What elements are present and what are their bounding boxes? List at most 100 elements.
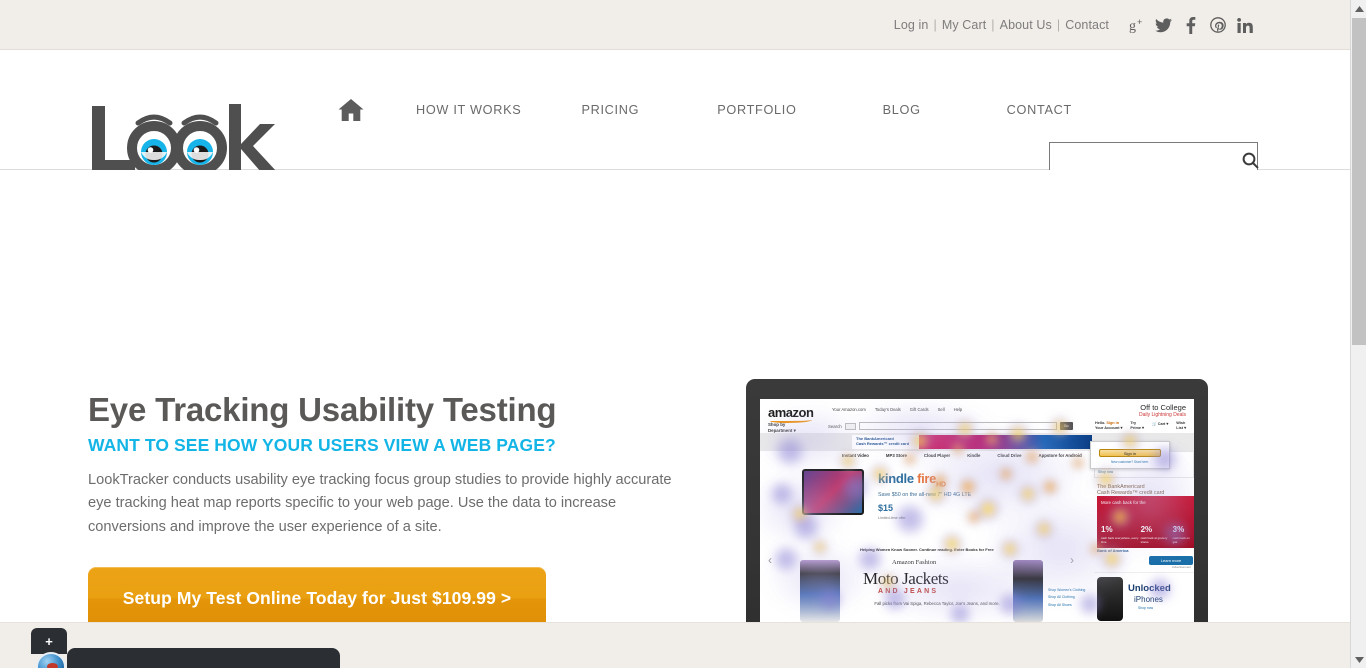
facebook-icon[interactable] — [1177, 12, 1204, 38]
setup-test-cta-button[interactable]: Setup My Test Online Today for Just $109… — [88, 566, 546, 630]
assistant-orb-icon[interactable] — [36, 652, 66, 668]
amazon-top-link[interactable]: Gift Cards — [910, 407, 929, 412]
amazon-header: amazon Your Amazon.com Today's Deals Gif… — [760, 399, 1194, 433]
signin-popup-note[interactable]: New customer? Start here. — [1091, 460, 1169, 464]
nav-how-it-works[interactable]: HOW IT WORKS — [416, 103, 521, 117]
utility-separator-3: | — [1056, 18, 1061, 32]
contact-link[interactable]: Contact — [1065, 18, 1109, 32]
fashion-link[interactable]: Shop All Shoes — [1048, 602, 1085, 609]
tier-text: cash back on gas — [1172, 536, 1190, 544]
amazon-top-link[interactable]: Sell — [938, 407, 945, 412]
iphone-sub: iPhones — [1134, 595, 1163, 604]
amazon-top-links: Your Amazon.com Today's Deals Gift Cards… — [832, 407, 962, 412]
amazon-search-row: Search Go — [828, 422, 1073, 430]
iphone-image — [1097, 577, 1123, 621]
page-scrollbar[interactable] — [1350, 0, 1366, 668]
amazon-wish-list[interactable]: Wish List ▾ — [1176, 421, 1186, 430]
amazon-search-input[interactable] — [858, 422, 1057, 430]
amazon-logo: amazon — [768, 405, 814, 423]
search-icon — [1242, 152, 1259, 169]
amazon-top-link[interactable]: Your Amazon.com — [832, 407, 866, 412]
nav-contact[interactable]: CONTACT — [1007, 103, 1072, 117]
nav-blog[interactable]: BLOG — [883, 103, 921, 117]
subnav-item[interactable]: Cloud Player — [924, 453, 950, 458]
fashion-model-left — [800, 560, 840, 622]
promo-title: Off to College — [1140, 403, 1186, 412]
widget-bar[interactable] — [67, 648, 340, 668]
utility-separator-1: | — [933, 18, 937, 32]
kindle-tablet-image — [802, 469, 864, 515]
amazon-know-soon-strip: Helping Women Know Sooner. Continue read… — [860, 547, 994, 552]
amazon-account-links: Hello. Sign in Your Account ▾ Try Prime ▾ … — [1095, 421, 1186, 430]
scrollbar-thumb[interactable] — [1352, 18, 1366, 345]
hero-section: Eye Tracking Usability Testing WANT TO S… — [0, 170, 1350, 668]
amazon-signin-popup: Sign in New customer? Start here. — [1090, 441, 1170, 469]
card-link[interactable]: Shop now — [1098, 470, 1190, 474]
fashion-link[interactable]: Shop All Clothing — [1048, 594, 1085, 601]
pinterest-icon[interactable] — [1204, 12, 1231, 38]
orb-inner-dot — [47, 663, 58, 668]
subnav-item[interactable]: Instant Video — [842, 453, 869, 458]
bank-red-card: More cash back for the 1% cash back every… — [1097, 496, 1194, 548]
subnav-item[interactable]: MP3 Store — [886, 453, 907, 458]
amazon-page-screenshot: amazon Your Amazon.com Today's Deals Gif… — [760, 399, 1194, 637]
nav-portfolio[interactable]: PORTFOLIO — [717, 103, 796, 117]
scroll-up-arrow[interactable] — [1351, 0, 1366, 17]
social-links: g + — [1123, 12, 1258, 38]
amazon-hero-banner[interactable]: kindle fireHD Save $50 on the all-new 7"… — [760, 461, 1088, 567]
nav-pricing[interactable]: PRICING — [581, 103, 639, 117]
promo-subtitle: Daily Lightning Deals — [1139, 412, 1186, 418]
amazon-cart[interactable]: 🛒 Cart ▾ — [1152, 421, 1168, 430]
bank-card-ad[interactable]: The BankAmericard Cash Rewards™ credit c… — [1094, 481, 1194, 569]
tier-pct: 1% — [1101, 525, 1113, 534]
fashion-link[interactable]: Shop Women's Clothing — [1048, 587, 1085, 594]
amazon-your-account[interactable]: Hello. Sign in Your Account ▾ — [1095, 421, 1122, 430]
amazon-search-scope-select[interactable] — [844, 422, 856, 430]
utility-separator-2: | — [991, 18, 995, 32]
iphone-link[interactable]: Shop now — [1138, 606, 1153, 610]
google-plus-icon[interactable]: g + — [1123, 12, 1150, 38]
amazon-off-to-college-promo[interactable]: Off to College Daily Lightning Deals — [1139, 403, 1186, 418]
fashion-model-right — [1013, 560, 1043, 622]
signin-popup-button[interactable]: Sign in — [1099, 449, 1161, 457]
page-root: Log in | My Cart | About Us | Contact g + — [0, 0, 1366, 668]
learn-more-button[interactable]: Learn more — [1149, 556, 1193, 565]
fashion-links: Shop Women's Clothing Shop All Clothing … — [1048, 587, 1085, 609]
kindle-line1: Save $50 on the all-new 7" HD 4G LTE — [878, 491, 972, 498]
browser-viewport: Log in | My Cart | About Us | Contact g + — [0, 0, 1350, 668]
red-card-headline: More cash back for the — [1101, 500, 1146, 505]
amazon-try-prime[interactable]: Try Prime ▾ — [1130, 421, 1144, 430]
twitter-icon[interactable] — [1150, 12, 1177, 38]
amazon-right-rail: TEXTBOOKS RENT, BUY, SELL Shop now The B… — [1094, 451, 1194, 637]
amazon-bank-ad-banner[interactable]: The BankAmericard Cash Rewards™ credit c… — [852, 435, 1092, 449]
fashion-copy: Fall picks from Vai Spiga, Rebecca Taylo… — [874, 601, 1000, 606]
kindle-note: Limited-time offer — [878, 515, 906, 520]
login-link[interactable]: Log in — [894, 18, 929, 32]
my-cart-link[interactable]: My Cart — [942, 18, 986, 32]
home-icon[interactable] — [330, 97, 372, 123]
amazon-shop-by-department[interactable]: Shop by Department ▾ — [768, 422, 796, 433]
advertisement-label: Advertisement — [1171, 565, 1191, 569]
amazon-fashion-banner[interactable]: Amazon Fashion Moto Jackets AND JEANS Fa… — [760, 557, 1088, 625]
unlocked-iphones-card[interactable]: Unlocked iPhones Shop now — [1094, 572, 1194, 624]
amazon-search-go-button[interactable]: Go — [1059, 422, 1073, 430]
widget-expand-label: + — [45, 633, 53, 649]
subnav-item[interactable]: Appstore for Android — [1038, 453, 1081, 458]
bank-ad-line2: Cash Rewards™ credit card — [856, 441, 910, 446]
top-utility-inner: Log in | My Cart | About Us | Contact g + — [894, 0, 1258, 50]
kindle-price: $15 — [878, 502, 894, 513]
fashion-title: Moto Jackets — [863, 569, 949, 588]
amazon-top-link[interactable]: Help — [954, 407, 963, 412]
amazon-top-link[interactable]: Today's Deals — [875, 407, 901, 412]
page-title: Eye Tracking Usability Testing — [88, 391, 557, 428]
tier-text: cash back everywhere, every time — [1101, 536, 1139, 544]
iphone-title: Unlocked — [1128, 583, 1171, 594]
subnav-item[interactable]: Cloud Drive — [997, 453, 1021, 458]
subnav-item[interactable]: Kindle — [967, 453, 980, 458]
widget-expand-button[interactable]: + — [31, 628, 67, 654]
linkedin-icon[interactable] — [1231, 12, 1258, 38]
amazon-search-label: Search — [828, 423, 842, 429]
fashion-label: Amazon Fashion — [892, 559, 937, 566]
scroll-down-arrow[interactable] — [1351, 651, 1366, 668]
about-us-link[interactable]: About Us — [1000, 18, 1052, 32]
